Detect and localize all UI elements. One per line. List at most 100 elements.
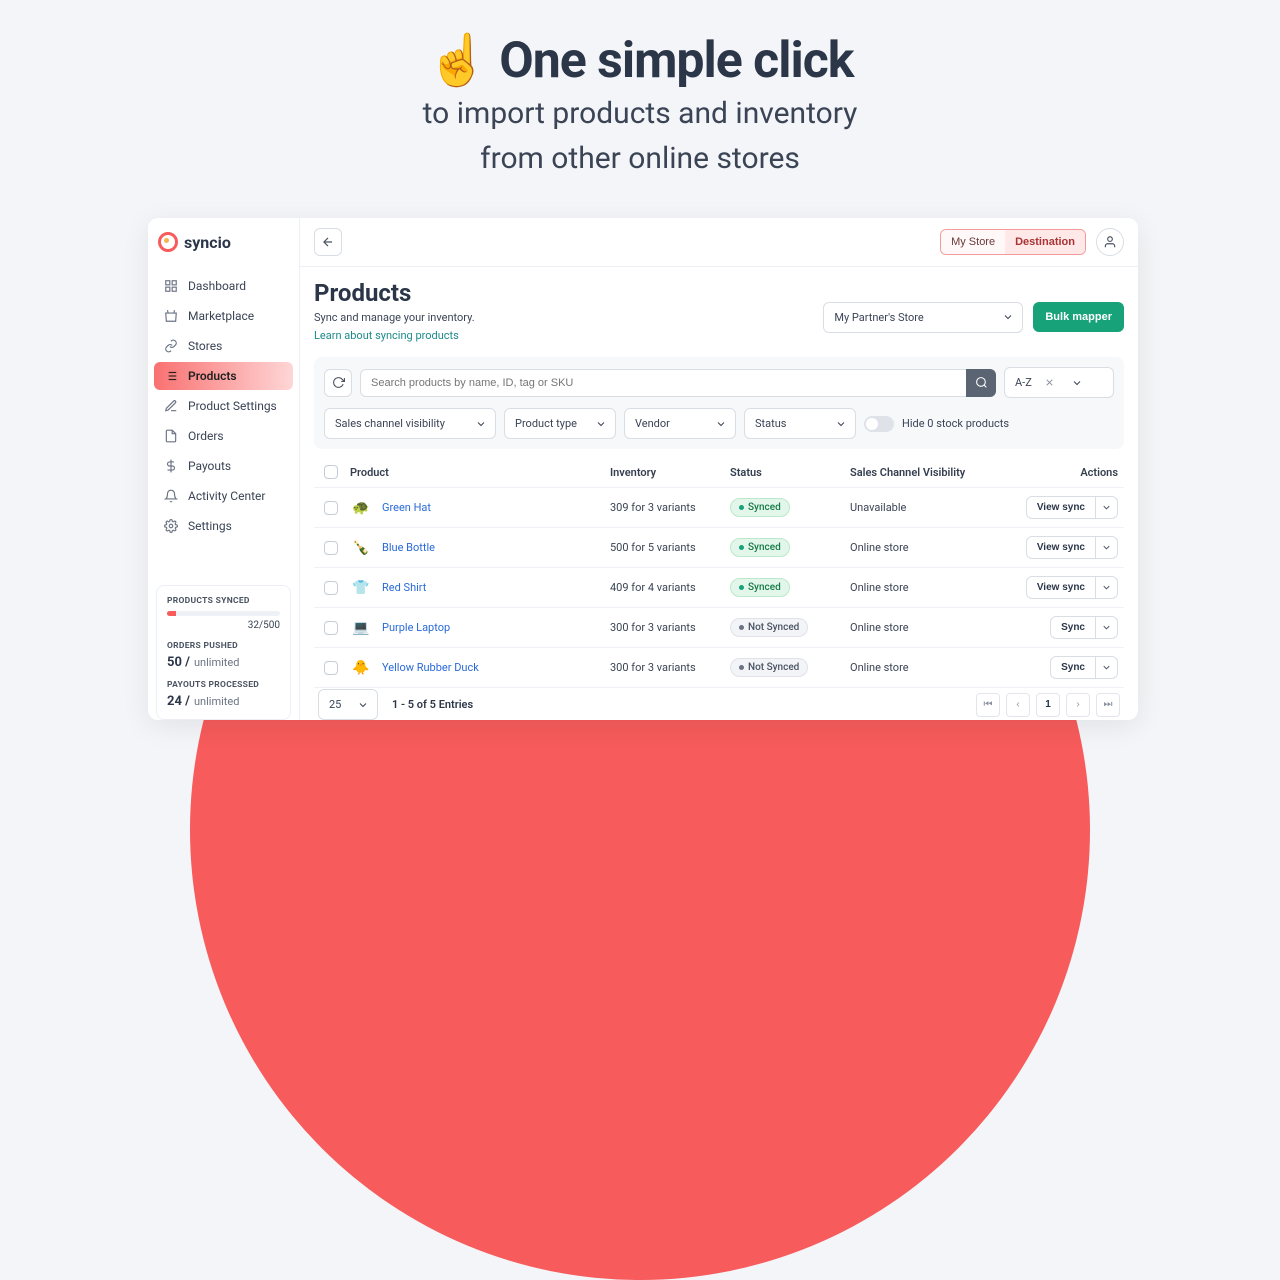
status-badge: Not Synced (730, 658, 808, 677)
inventory-cell: 500 for 5 variants (610, 541, 730, 554)
row-checkbox[interactable] (324, 541, 338, 555)
hero-title-text: One simple click (499, 32, 853, 90)
row-action-dropdown[interactable] (1096, 496, 1118, 519)
product-link[interactable]: Blue Bottle (382, 541, 435, 554)
filter-label: Sales channel visibility (335, 417, 445, 430)
filter-label: Vendor (635, 417, 670, 430)
row-action-dropdown[interactable] (1096, 576, 1118, 599)
status-filter[interactable]: Status (744, 408, 856, 439)
bulk-mapper-button[interactable]: Bulk mapper (1033, 302, 1124, 332)
sidebar-item-product-settings[interactable]: Product Settings (154, 392, 293, 420)
th-product: Product (350, 466, 610, 479)
refresh-icon (332, 376, 345, 389)
row-action-dropdown[interactable] (1096, 616, 1118, 639)
toggle-label: Hide 0 stock products (902, 417, 1009, 430)
row-checkbox[interactable] (324, 661, 338, 675)
learn-link[interactable]: Learn about syncing products (314, 329, 459, 342)
page-first-button[interactable]: ⏮ (976, 693, 1000, 717)
product-type-filter[interactable]: Product type (504, 408, 616, 439)
row-action-button[interactable]: View sync (1026, 496, 1096, 519)
sidebar-item-label: Stores (188, 339, 222, 353)
visibility-cell: Online store (850, 621, 1000, 634)
sidebar-item-stores[interactable]: Stores (154, 332, 293, 360)
sidebar-item-marketplace[interactable]: Marketplace (154, 302, 293, 330)
per-page-select[interactable]: 25 (318, 689, 378, 720)
row-action-dropdown[interactable] (1096, 536, 1118, 559)
row-checkbox[interactable] (324, 501, 338, 515)
chevron-down-icon (715, 418, 727, 430)
table-row: 💻 Purple Laptop 300 for 3 variants Not S… (314, 608, 1124, 648)
destination-tab[interactable]: Destination (1005, 230, 1085, 254)
table-row: 👕 Red Shirt 409 for 4 variants Synced On… (314, 568, 1124, 608)
status-badge: Not Synced (730, 618, 808, 637)
hide-zero-stock-toggle[interactable] (864, 416, 894, 432)
pagination: ⏮ ‹ 1 › ⏭ (976, 693, 1120, 717)
row-checkbox[interactable] (324, 621, 338, 635)
table-header: Product Inventory Status Sales Channel V… (314, 457, 1124, 488)
search-input[interactable] (360, 369, 966, 397)
row-action-button[interactable]: View sync (1026, 536, 1096, 559)
chevron-down-icon (595, 418, 607, 430)
sidebar-item-orders[interactable]: Orders (154, 422, 293, 450)
sidebar-item-products[interactable]: Products (154, 362, 293, 390)
sidebar-nav: Dashboard Marketplace Stores Products Pr… (148, 272, 299, 540)
sidebar-item-settings[interactable]: Settings (154, 512, 293, 540)
row-action-button[interactable]: Sync (1050, 656, 1096, 679)
page-number-button[interactable]: 1 (1036, 693, 1060, 717)
product-thumbnail: 🍾 (350, 537, 372, 559)
row-action-button[interactable]: Sync (1050, 616, 1096, 639)
profile-button[interactable] (1096, 228, 1124, 256)
back-button[interactable] (314, 228, 342, 256)
chevron-down-icon (1002, 311, 1014, 323)
stats-progress-bar (167, 611, 280, 616)
vendor-filter[interactable]: Vendor (624, 408, 736, 439)
th-visibility: Sales Channel Visibility (850, 466, 1000, 479)
row-action-dropdown[interactable] (1096, 656, 1118, 679)
gear-icon (164, 519, 178, 533)
search-icon (975, 376, 988, 389)
clear-sort-icon[interactable] (1044, 377, 1055, 388)
chevron-down-icon (835, 418, 847, 430)
status-badge: Synced (730, 498, 790, 517)
product-link[interactable]: Green Hat (382, 501, 431, 514)
filter-label: Status (755, 417, 786, 430)
product-thumbnail: 🐥 (350, 657, 372, 679)
search-button[interactable] (966, 369, 996, 397)
row-action-button[interactable]: View sync (1026, 576, 1096, 599)
product-thumbnail: 💻 (350, 617, 372, 639)
chevron-down-icon (475, 418, 487, 430)
sort-value: A-Z (1015, 376, 1032, 389)
sort-select[interactable]: A-Z (1004, 367, 1114, 398)
sidebar-item-dashboard[interactable]: Dashboard (154, 272, 293, 300)
stats-payouts-label: PAYOUTS PROCESSED (167, 680, 280, 690)
stats-orders-value: 50 / (167, 655, 190, 670)
sidebar-item-payouts[interactable]: Payouts (154, 452, 293, 480)
product-link[interactable]: Purple Laptop (382, 621, 450, 634)
sidebar-item-activity[interactable]: Activity Center (154, 482, 293, 510)
partner-store-select[interactable]: My Partner's Store (823, 302, 1023, 333)
th-inventory: Inventory (610, 466, 730, 479)
visibility-cell: Online store (850, 581, 1000, 594)
product-link[interactable]: Yellow Rubber Duck (382, 661, 479, 674)
bell-icon (164, 489, 178, 503)
refresh-button[interactable] (324, 369, 352, 397)
page-last-button[interactable]: ⏭ (1096, 693, 1120, 717)
page-prev-button[interactable]: ‹ (1006, 693, 1030, 717)
my-store-tab[interactable]: My Store (941, 230, 1005, 254)
partner-store-value: My Partner's Store (834, 311, 923, 324)
row-checkbox[interactable] (324, 581, 338, 595)
stats-payouts-value: 24 / (167, 694, 190, 709)
bag-icon (164, 309, 178, 323)
chevron-down-icon (1101, 542, 1112, 553)
filter-label: Product type (515, 417, 577, 430)
status-badge: Synced (730, 578, 790, 597)
product-link[interactable]: Red Shirt (382, 581, 426, 594)
sidebar-item-label: Settings (188, 519, 232, 533)
products-table: Product Inventory Status Sales Channel V… (314, 457, 1124, 679)
inventory-cell: 309 for 3 variants (610, 501, 730, 514)
visibility-filter[interactable]: Sales channel visibility (324, 408, 496, 439)
stats-orders-unit: unlimited (194, 656, 239, 669)
select-all-checkbox[interactable] (324, 465, 338, 479)
page-next-button[interactable]: › (1066, 693, 1090, 717)
app-window: syncio Dashboard Marketplace Stores Prod… (148, 218, 1138, 720)
